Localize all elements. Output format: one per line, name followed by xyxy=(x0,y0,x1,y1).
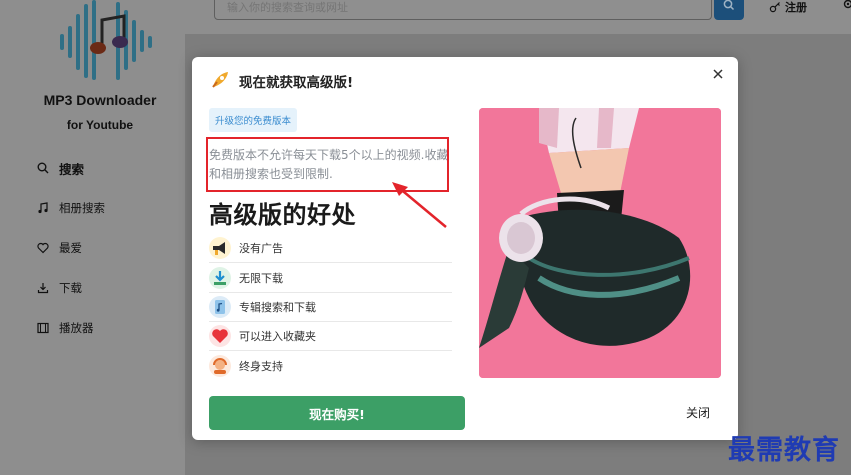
gear-icon[interactable] xyxy=(842,0,851,10)
benefit-label: 可以进入收藏夹 xyxy=(239,330,316,343)
sidebar-item-label: 搜索 xyxy=(59,161,85,177)
headphone-model-image xyxy=(479,108,721,378)
app-logo-icon xyxy=(60,0,152,80)
close-icon[interactable] xyxy=(711,67,725,81)
sidebar-item-downloads[interactable]: 下载 xyxy=(37,278,82,298)
support-person-icon xyxy=(209,354,231,377)
music-file-icon xyxy=(209,296,231,318)
key-icon xyxy=(769,2,780,13)
promo-photo xyxy=(479,108,721,378)
benefit-item: 无限下载 xyxy=(209,264,452,293)
app-name: MP3 Downloader xyxy=(43,92,157,108)
sidebar-item-player[interactable]: 播放器 xyxy=(37,318,94,338)
search-field[interactable] xyxy=(214,0,712,20)
search-icon xyxy=(723,0,735,11)
sidebar-item-label: 最爱 xyxy=(59,241,82,255)
topbar: 注册 xyxy=(185,0,851,34)
app-subtitle: for Youtube xyxy=(66,118,134,132)
sidebar-item-label: 播放器 xyxy=(59,321,94,335)
search-input[interactable] xyxy=(215,0,711,14)
benefit-item: 可以进入收藏夹 xyxy=(209,322,452,351)
download-icon xyxy=(37,282,49,294)
search-icon xyxy=(37,162,49,174)
sidebar-item-label: 相册搜索 xyxy=(59,201,105,215)
benefits-title: 高级版的好处 xyxy=(209,201,356,229)
register-label: 注册 xyxy=(785,1,807,14)
film-icon xyxy=(37,322,49,334)
annotation-arrow-icon xyxy=(392,182,447,228)
sidebar: MP3 Downloader for Youtube 搜索 相册搜索 最爱 下载 xyxy=(15,0,185,475)
left-gutter xyxy=(0,0,15,475)
premium-modal: 现在就获取高级版! 升级您的免费版本 免费版本不允许每天下载5个以上的视频.收藏… xyxy=(192,57,738,440)
register-button[interactable]: 注册 xyxy=(769,0,807,15)
download-arrow-icon xyxy=(209,267,231,289)
sidebar-item-search[interactable]: 搜索 xyxy=(37,158,84,178)
upgrade-tag: 升级您的免费版本 xyxy=(209,108,298,132)
benefit-label: 无限下载 xyxy=(239,272,283,285)
heart-icon xyxy=(209,325,231,347)
benefit-item: 没有广告 xyxy=(209,234,452,263)
music-note-icon xyxy=(37,202,49,214)
sidebar-item-album-search[interactable]: 相册搜索 xyxy=(37,198,105,218)
benefit-label: 终身支持 xyxy=(239,359,283,373)
heart-icon xyxy=(37,242,49,254)
megaphone-icon xyxy=(209,237,231,259)
benefit-label: 专辑搜索和下载 xyxy=(239,301,316,314)
benefit-label: 没有广告 xyxy=(239,242,283,255)
benefit-item: 专辑搜索和下载 xyxy=(209,293,452,322)
buy-now-button[interactable]: 现在购买! xyxy=(209,396,465,430)
sidebar-item-label: 下载 xyxy=(59,281,82,295)
modal-title: 现在就获取高级版! xyxy=(239,75,354,91)
close-button[interactable]: 关闭 xyxy=(686,404,710,421)
sidebar-item-favorites[interactable]: 最爱 xyxy=(37,238,82,258)
rocket-icon xyxy=(212,72,228,88)
watermark-text: 最需教育 xyxy=(728,435,840,466)
benefit-item: 终身支持 xyxy=(209,351,452,380)
search-button[interactable] xyxy=(714,0,744,20)
